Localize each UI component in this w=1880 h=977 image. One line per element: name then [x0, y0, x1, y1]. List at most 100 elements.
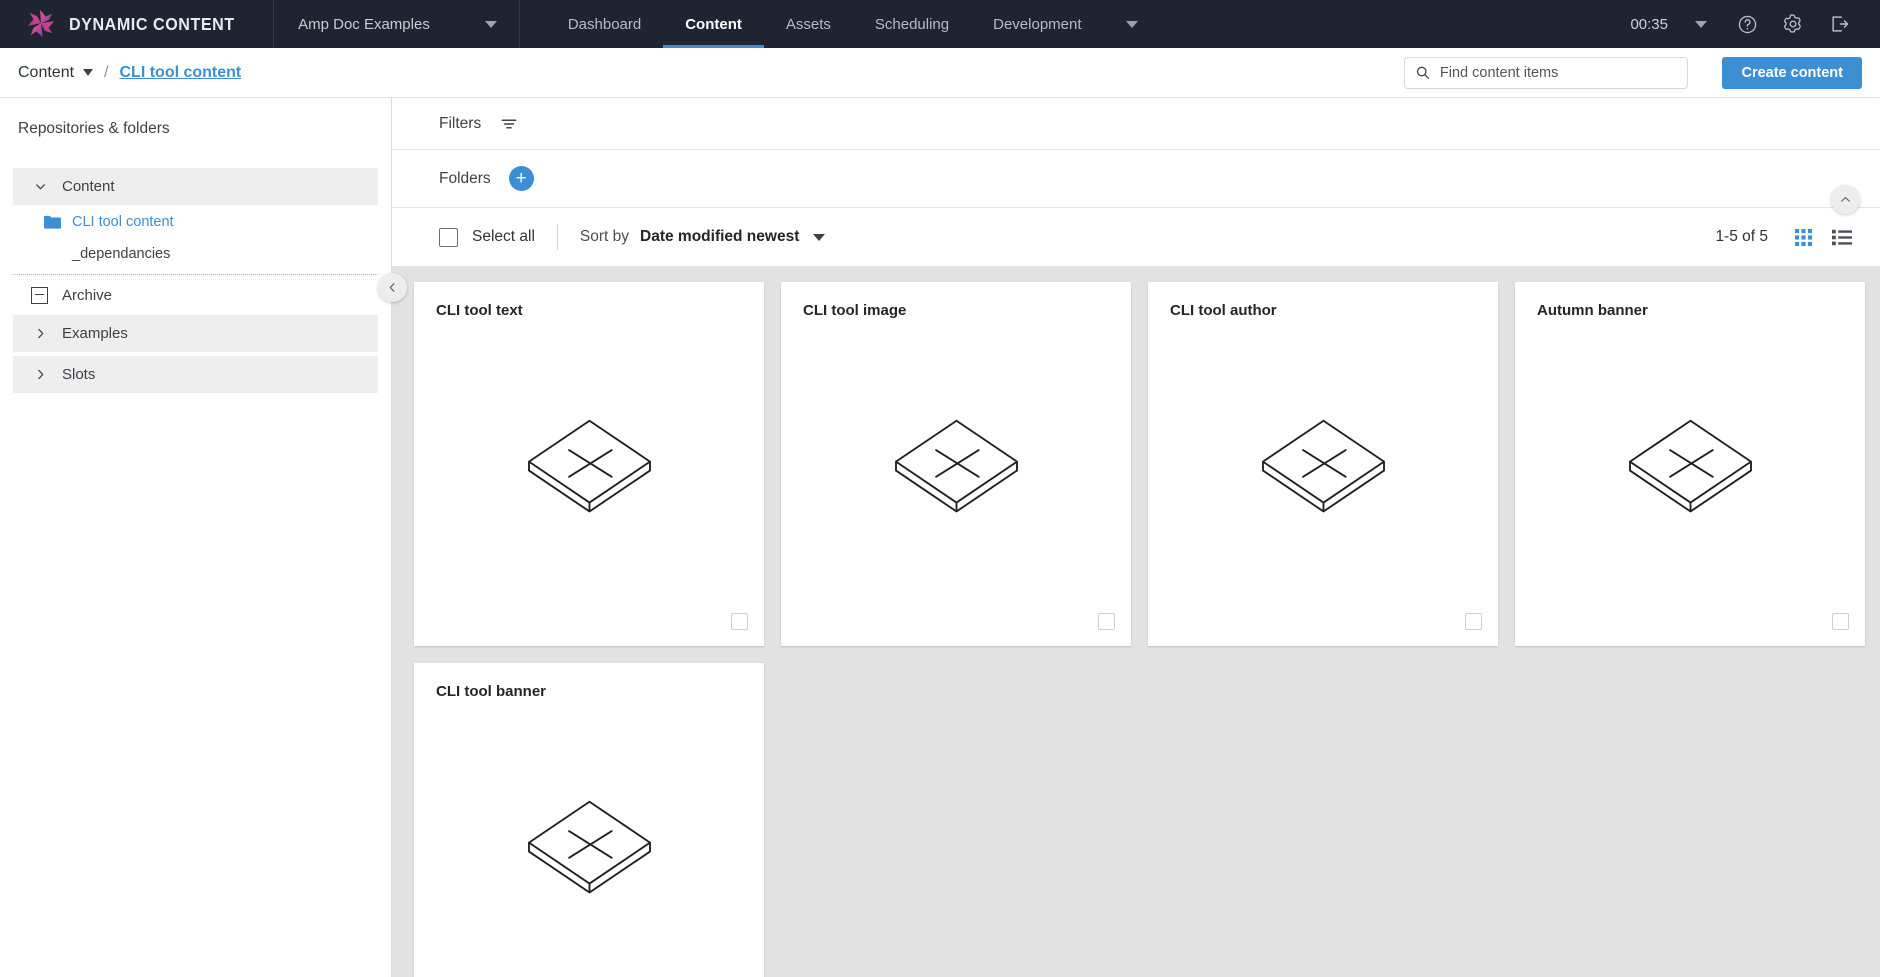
content-card-title: Autumn banner [1537, 302, 1648, 320]
sidebar-folder-label: CLI tool content [72, 213, 174, 230]
content-type-placeholder-icon [414, 414, 764, 519]
chevron-right-icon [31, 365, 50, 384]
folders-label: Folders [439, 169, 491, 187]
toolbar-divider [556, 224, 558, 251]
content-grid-scroll[interactable]: CLI tool text CLI tool image CLI tool au… [392, 266, 1880, 977]
list-view-icon[interactable] [1832, 228, 1852, 247]
search-icon [1417, 66, 1430, 79]
hub-selector[interactable]: Amp Doc Examples [274, 0, 520, 48]
sidebar-folder-dependancies[interactable]: _dependancies [13, 238, 378, 269]
sidebar: Repositories & folders Content CLI tool … [0, 98, 392, 977]
content-card-checkbox[interactable] [1465, 613, 1482, 631]
create-content-button[interactable]: Create content [1722, 56, 1862, 89]
sidebar-item-slots[interactable]: Slots [13, 356, 378, 393]
filter-icon[interactable] [499, 114, 519, 134]
content-card-title: CLI tool banner [436, 683, 546, 701]
content-card-title: CLI tool author [1170, 302, 1277, 320]
logout-icon [1832, 16, 1849, 32]
clock: 00:35 [1630, 15, 1668, 33]
chevron-down-icon [31, 177, 50, 196]
sidebar-archive[interactable]: Archive [13, 275, 378, 315]
sidebar-folder-cli-tool-content[interactable]: CLI tool content [13, 205, 378, 238]
nav-more-button[interactable] [1104, 0, 1160, 48]
content-card-title: CLI tool image [803, 302, 907, 320]
hub-name: Amp Doc Examples [298, 15, 430, 33]
main-panel: Filters Folders + Select all Sort by Dat… [392, 98, 1880, 977]
header-actions: 00:35 [1620, 0, 1880, 48]
filters-bar: Filters [392, 98, 1880, 151]
settings-button[interactable] [1770, 0, 1816, 48]
chevron-right-icon [31, 324, 50, 343]
content-card-checkbox[interactable] [731, 613, 748, 631]
content-card-checkbox[interactable] [1832, 613, 1849, 631]
content-card[interactable]: Autumn banner [1515, 282, 1865, 647]
pagination-status: 1-5 of 5 [1715, 228, 1768, 246]
page-body: Repositories & folders Content CLI tool … [0, 98, 1880, 977]
top-header: DYNAMIC CONTENT Amp Doc Examples Dashboa… [0, 0, 1880, 48]
select-all-checkbox[interactable] [439, 227, 458, 247]
sidebar-repository-label: Content [62, 178, 115, 195]
nav-content[interactable]: Content [663, 0, 764, 48]
nav-scheduling[interactable]: Scheduling [853, 0, 971, 48]
sidebar-archive-label: Archive [62, 286, 113, 304]
nav-assets[interactable]: Assets [764, 0, 853, 48]
select-all-label: Select all [472, 228, 535, 246]
chevron-down-icon [1125, 20, 1138, 28]
help-button[interactable] [1724, 0, 1770, 48]
select-all-control[interactable]: Select all [439, 227, 535, 247]
folders-bar: Folders + [392, 150, 1880, 209]
content-type-placeholder-icon [414, 795, 764, 900]
nav-development[interactable]: Development [971, 0, 1103, 48]
content-card[interactable]: CLI tool banner [414, 663, 764, 977]
brand[interactable]: DYNAMIC CONTENT [0, 0, 275, 48]
logout-button[interactable] [1816, 0, 1862, 48]
content-card-checkbox[interactable] [1098, 613, 1115, 631]
chevron-down-icon [1695, 20, 1707, 28]
sidebar-repository-content[interactable]: Content [13, 168, 378, 205]
breadcrumb-root-label: Content [18, 63, 75, 81]
nav-dashboard[interactable]: Dashboard [546, 0, 663, 48]
content-card-title: CLI tool text [436, 302, 523, 320]
grid-view-icon[interactable] [1794, 228, 1813, 247]
sidebar-title: Repositories & folders [18, 120, 170, 137]
content-grid: CLI tool text CLI tool image CLI tool au… [414, 282, 1865, 977]
sort-by-label: Sort by [579, 228, 630, 246]
content-type-placeholder-icon [1148, 414, 1498, 519]
chevron-down-icon[interactable] [813, 233, 826, 241]
plus-icon: + [515, 168, 527, 190]
add-folder-button[interactable]: + [508, 166, 534, 192]
sidebar-collapse-button[interactable] [378, 273, 407, 302]
breadcrumb-bar: Content / CLI tool content Create conten… [0, 48, 1880, 98]
scroll-to-top-button[interactable] [1831, 185, 1860, 215]
search-box[interactable] [1404, 56, 1689, 89]
sidebar-folder-label: _dependancies [72, 245, 171, 262]
header-spacer [1160, 0, 1621, 48]
sidebar-item-label: Slots [62, 366, 96, 383]
dynamic-content-starburst-logo-icon [26, 9, 56, 39]
content-card[interactable]: CLI tool image [781, 282, 1131, 647]
content-type-placeholder-icon [1515, 414, 1865, 519]
sidebar-item-examples[interactable]: Examples [13, 315, 378, 352]
chevron-left-icon [389, 283, 395, 292]
sort-by-value[interactable]: Date modified newest [640, 228, 799, 246]
content-card[interactable]: CLI tool author [1148, 282, 1498, 647]
chevron-down-icon [83, 69, 94, 76]
breadcrumb-root[interactable]: Content [18, 63, 94, 82]
gear-icon [1784, 14, 1801, 33]
search-input[interactable] [1439, 64, 1678, 81]
folder-icon [44, 215, 61, 229]
content-type-placeholder-icon [781, 414, 1131, 519]
chevron-down-icon [484, 20, 497, 28]
content-card[interactable]: CLI tool text [414, 282, 764, 647]
chevron-up-icon [1841, 197, 1850, 202]
view-toggle [1794, 228, 1852, 247]
breadcrumb-separator: / [104, 63, 109, 81]
main-nav: Dashboard Content Assets Scheduling Deve… [520, 0, 1160, 48]
list-toolbar: Select all Sort by Date modified newest … [392, 185, 1880, 267]
clock-dropdown-button[interactable] [1678, 0, 1724, 48]
brand-name: DYNAMIC CONTENT [69, 13, 235, 34]
breadcrumb-current[interactable]: CLI tool content [120, 64, 242, 82]
filters-label[interactable]: Filters [439, 115, 481, 133]
help-circle-icon [1738, 15, 1756, 33]
sidebar-item-label: Examples [62, 325, 128, 342]
